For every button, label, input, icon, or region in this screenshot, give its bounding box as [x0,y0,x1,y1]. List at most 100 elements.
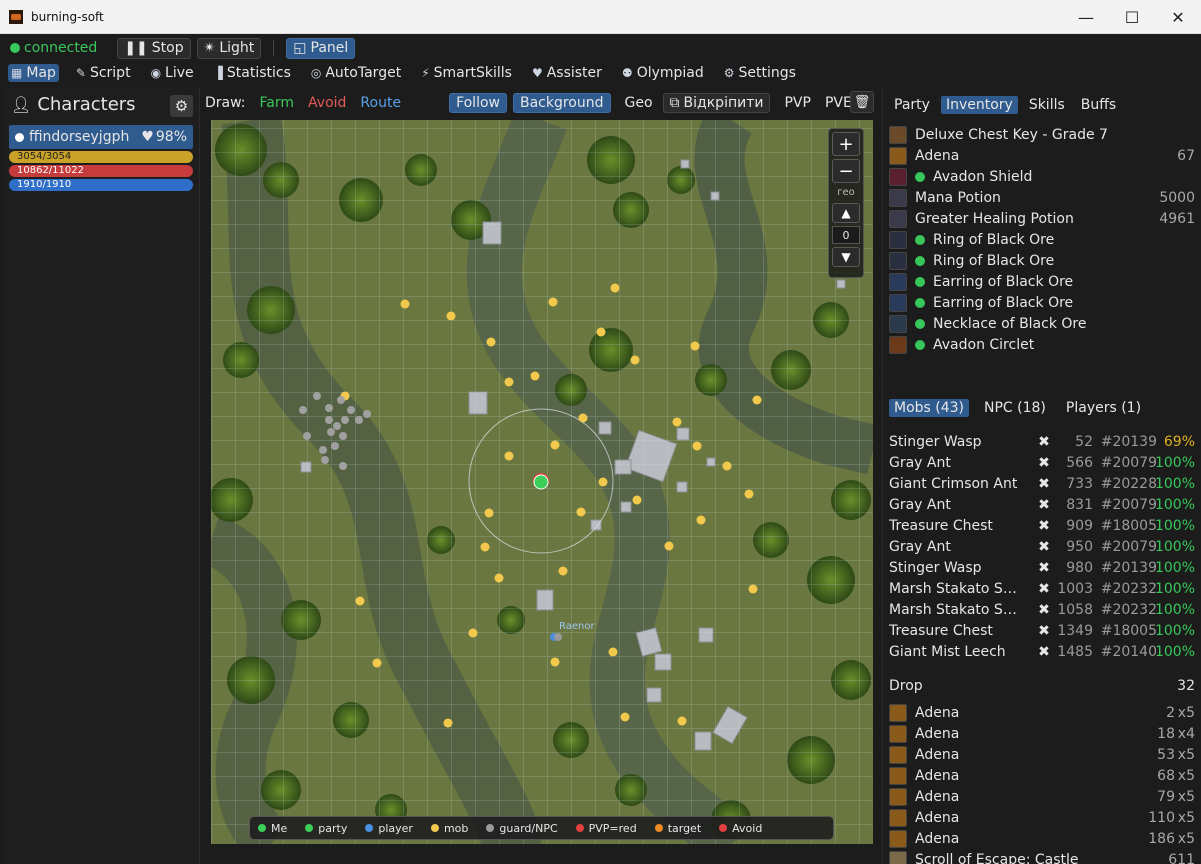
list-tab[interactable]: Players (1) [1061,399,1146,417]
mob-row[interactable]: Stinger Wasp ✖ 980 #20139 100% [889,557,1195,578]
list-tab[interactable]: Mobs (43) [889,399,970,417]
mob-marker [550,657,560,667]
minimize-button[interactable]: — [1063,0,1109,34]
mob-row[interactable]: Marsh Stakato Sol... ✖ 1058 #20232 100% [889,599,1195,620]
floor-down-button[interactable]: ▼ [832,247,860,267]
attack-icon[interactable]: ✖ [1037,434,1051,450]
attack-icon[interactable]: ✖ [1037,476,1051,492]
zoom-in-button[interactable]: + [832,132,860,156]
mob-marker [596,327,606,337]
maximize-button[interactable]: ☐ [1109,0,1155,34]
inventory-item[interactable]: Necklace of Black Ore [889,313,1195,334]
background-button[interactable]: Background [512,93,611,113]
nav-assister[interactable]: ♥ Assister [529,64,605,82]
inventory-item[interactable]: Earring of Black Ore [889,292,1195,313]
target-icon: ◎ [310,66,322,80]
mob-hp: 100% [1154,517,1195,534]
inventory-item[interactable]: Mana Potion 5000 [889,187,1195,208]
follow-button[interactable]: Follow [449,93,507,113]
legend-dot-icon [430,824,439,832]
mob-row[interactable]: Stinger Wasp ✖ 52 #20139 69% [889,431,1195,452]
mob-row[interactable]: Gray Ant ✖ 831 #20079 100% [889,494,1195,515]
attack-icon[interactable]: ✖ [1037,497,1051,513]
nav-statistics[interactable]: ▐ Statistics [211,64,294,82]
drop-item[interactable]: Adena 18 x4 [889,723,1195,744]
drop-item[interactable]: Scroll of Escape: Castle 611 [889,849,1195,864]
mob-row[interactable]: Treasure Chest ✖ 1349 #18005 100% [889,620,1195,641]
clear-drawings-button[interactable]: 🗑︎ [850,91,874,113]
inventory-item[interactable]: Ring of Black Ore [889,250,1195,271]
draw-farm-button[interactable]: Farm [260,95,295,111]
mob-marker [558,566,568,576]
potion-icon [889,188,907,207]
close-button[interactable]: ✕ [1155,0,1201,34]
legend-dot-icon [719,824,728,832]
drop-title: Drop [889,678,923,694]
inventory-item[interactable]: Deluxe Chest Key - Grade 7 [889,124,1195,145]
inventory-item[interactable]: Earring of Black Ore [889,271,1195,292]
mob-row[interactable]: Giant Crimson Ant ✖ 733 #20228 100% [889,473,1195,494]
nav-autotarget[interactable]: ◎ AutoTarget [308,64,404,82]
nav-live[interactable]: ◉ Live [148,64,197,82]
pve-button[interactable]: PVE [825,95,852,111]
nav-olympiad[interactable]: ⚉ Olympiad [619,64,707,82]
floor-up-button[interactable]: ▲ [832,203,860,223]
nav-script[interactable]: ✎ Script [73,64,134,82]
nav-settings[interactable]: ⚙ Settings [721,64,799,82]
map-canvas[interactable]: Raenor [211,120,873,844]
item-name: Mana Potion [915,189,1001,206]
nav-smartskills[interactable]: ⚡︎ SmartSkills [418,64,515,82]
inventory-item[interactable]: Avadon Shield [889,166,1195,187]
zoom-out-button[interactable]: − [832,159,860,183]
geo-button[interactable]: Geo [625,95,653,111]
drop-name: Adena [915,704,960,721]
drop-item[interactable]: Adena 79 x5 [889,786,1195,807]
character-name-row[interactable]: ffindorseyjgph ♥ 98% [9,125,193,149]
attack-icon[interactable]: ✖ [1037,560,1051,576]
attack-icon[interactable]: ✖ [1037,623,1051,639]
tab-buffs[interactable]: Buffs [1076,96,1121,114]
detach-button[interactable]: ⧉ Відкріпити [662,93,771,113]
tab-party[interactable]: Party [889,96,935,114]
character-card[interactable]: ffindorseyjgph ♥ 98% 3054/3054 10862/110… [9,125,193,191]
pvp-button[interactable]: PVP [784,95,810,111]
inventory-item[interactable]: Adena 67 [889,145,1195,166]
drop-item[interactable]: Adena 186 x5 [889,828,1195,849]
draw-label: Draw: [205,95,246,111]
tab-inventory[interactable]: Inventory [940,96,1018,114]
mob-row[interactable]: Treasure Chest ✖ 909 #18005 100% [889,515,1195,536]
stop-button[interactable]: ❚❚ Stop [117,37,191,59]
npc-marker [325,416,333,424]
panel-button[interactable]: ◱ Panel [286,37,356,59]
attack-icon[interactable]: ✖ [1037,455,1051,471]
attack-icon[interactable]: ✖ [1037,581,1051,597]
mob-hp: 100% [1154,454,1195,471]
drop-count: 611 [1168,851,1195,864]
attack-icon[interactable]: ✖ [1037,539,1051,555]
nav-map[interactable]: ▦ Map [8,64,59,82]
attack-icon[interactable]: ✖ [1037,602,1051,618]
drop-item[interactable]: Adena 2 x5 [889,702,1195,723]
adena-icon [889,745,907,764]
inventory-item[interactable]: Greater Healing Potion 4961 [889,208,1195,229]
tab-skills[interactable]: Skills [1024,96,1070,114]
mob-row[interactable]: Giant Mist Leech ✖ 1485 #20140 100% [889,641,1195,662]
light-button[interactable]: ✴ Light [196,37,262,59]
attack-icon[interactable]: ✖ [1037,518,1051,534]
drop-item[interactable]: Adena 68 x5 [889,765,1195,786]
draw-avoid-button[interactable]: Avoid [308,95,346,111]
draw-route-button[interactable]: Route [360,95,401,111]
list-tab[interactable]: NPC (18) [979,399,1051,417]
map-view[interactable]: Raenor [211,120,873,844]
characters-settings-button[interactable]: ⚙ [170,95,193,117]
inventory-item[interactable]: Avadon Circlet [889,334,1195,355]
mob-distance: 950 [1066,538,1093,555]
mob-row[interactable]: Gray Ant ✖ 950 #20079 100% [889,536,1195,557]
drop-item[interactable]: Adena 53 x5 [889,744,1195,765]
mob-row[interactable]: Marsh Stakato Sol... ✖ 1003 #20232 100% [889,578,1195,599]
title-bar: burning-soft — ☐ ✕ [0,0,1201,34]
inventory-item[interactable]: Ring of Black Ore [889,229,1195,250]
attack-icon[interactable]: ✖ [1037,644,1051,660]
drop-item[interactable]: Adena 110 x5 [889,807,1195,828]
mob-row[interactable]: Gray Ant ✖ 566 #20079 100% [889,452,1195,473]
